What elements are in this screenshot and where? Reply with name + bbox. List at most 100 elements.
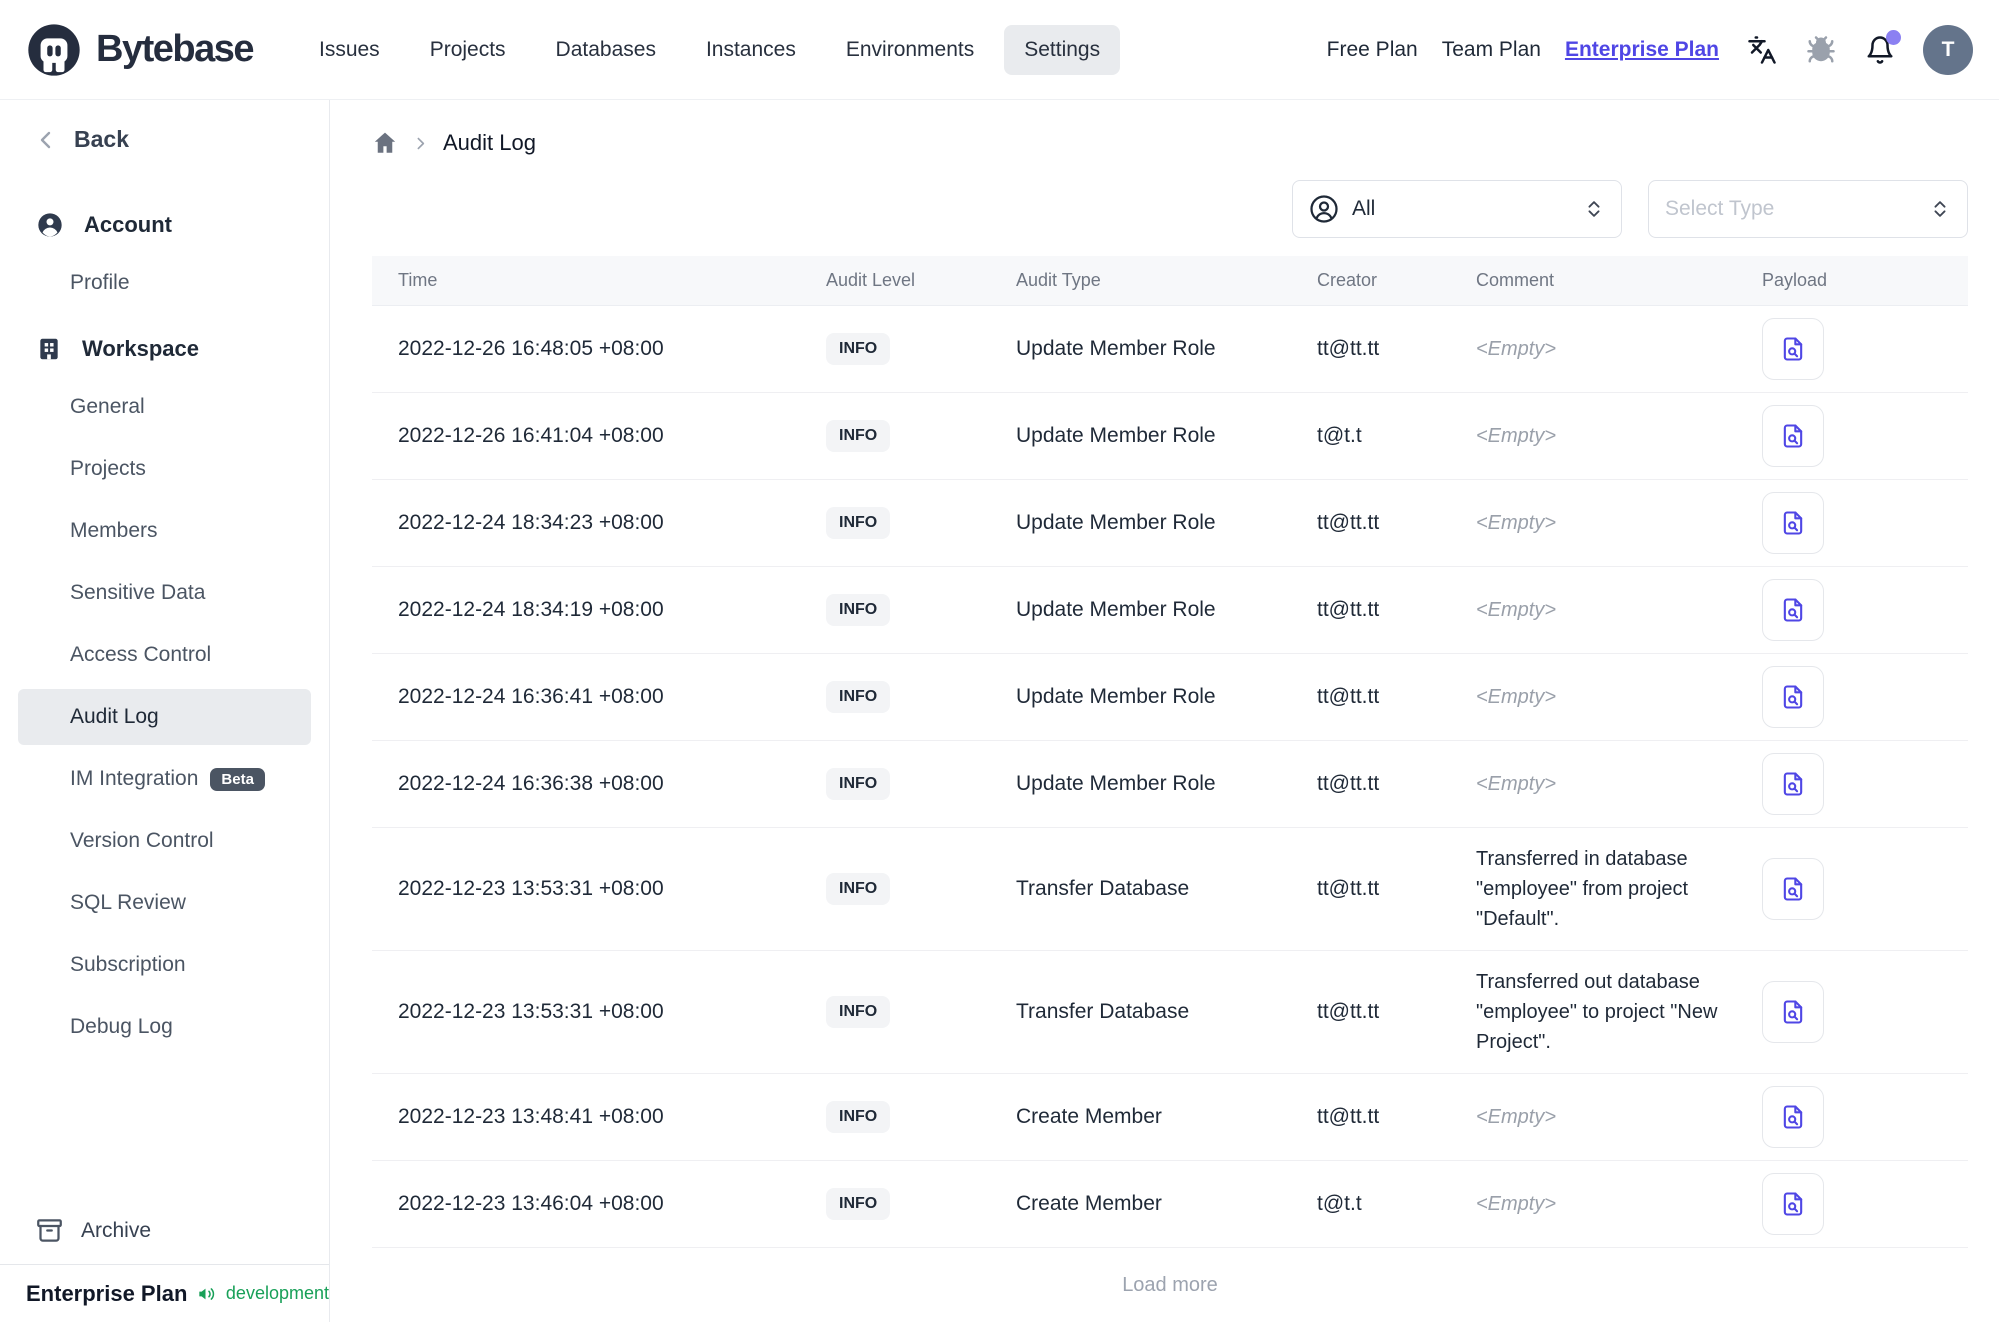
payload-view-button[interactable] [1762, 1086, 1824, 1148]
breadcrumb: Audit Log [372, 130, 1968, 156]
audit-level-badge: INFO [826, 681, 891, 713]
back-button[interactable]: Back [34, 126, 329, 153]
environment-label: development [225, 1283, 329, 1303]
sidebar-footer: Enterprise Plan development [0, 1264, 329, 1322]
comment-cell: Transferred out database "employee" to p… [1476, 971, 1718, 1053]
nav-item-settings[interactable]: Settings [1004, 24, 1121, 75]
column-header-audit-type: Audit Type [1016, 270, 1101, 290]
audit-type-cell: Update Member Role [1016, 337, 1216, 360]
team-plan-link[interactable]: Team Plan [1442, 38, 1541, 62]
archive-label: Archive [81, 1218, 152, 1242]
payload-view-button[interactable] [1762, 981, 1824, 1043]
plan-links: Free Plan Team Plan Enterprise Plan [1327, 38, 1719, 62]
sidebar-item-general[interactable]: General [18, 379, 311, 435]
audit-type-cell: Update Member Role [1016, 598, 1216, 621]
user-avatar[interactable]: T [1923, 24, 1973, 75]
comment-empty: <Empty> [1476, 772, 1557, 795]
sidebar-item-access-control[interactable]: Access Control [18, 627, 311, 683]
time-cell: 2022-12-26 16:41:04 +08:00 [398, 424, 664, 447]
sidebar-item-subscription[interactable]: Subscription [18, 937, 311, 993]
select-arrows-icon [1929, 196, 1951, 222]
payload-view-button[interactable] [1762, 753, 1824, 815]
section-title: Workspace [82, 336, 199, 361]
creator-cell: tt@tt.tt [1317, 685, 1380, 708]
main-content: Audit Log All Select Type Time Audit Lev… [372, 100, 1968, 1322]
nav-item-issues[interactable]: Issues [299, 25, 400, 75]
payload-view-button[interactable] [1762, 492, 1824, 554]
sidebar-section-header-workspace: Workspace [36, 327, 329, 371]
column-header-audit-level: Audit Level [826, 270, 916, 290]
current-plan-label: Enterprise Plan [26, 1280, 188, 1306]
creator-filter-select[interactable]: All [1292, 180, 1622, 238]
time-cell: 2022-12-23 13:53:31 +08:00 [398, 877, 664, 900]
payload-view-button[interactable] [1762, 1173, 1824, 1235]
back-label: Back [74, 126, 129, 152]
chevron-left-icon [40, 131, 51, 148]
creator-cell: tt@tt.tt [1317, 1000, 1380, 1023]
sidebar-item-version-control[interactable]: Version Control [18, 813, 311, 869]
nav-item-instances[interactable]: Instances [686, 25, 816, 75]
translate-button[interactable] [1746, 34, 1778, 66]
audit-level-badge: INFO [826, 594, 891, 626]
table-row: 2022-12-26 16:48:05 +08:00 INFO Update Mem… [372, 306, 1968, 393]
time-cell: 2022-12-23 13:46:04 +08:00 [398, 1192, 664, 1215]
audit-type-cell: Update Member Role [1016, 511, 1216, 534]
table-body: 2022-12-26 16:48:05 +08:00 INFO Update Mem… [372, 306, 1968, 1248]
load-more-button[interactable]: Load more [372, 1274, 1968, 1297]
sidebar-item-sql-review[interactable]: SQL Review [18, 875, 311, 931]
comment-empty: <Empty> [1476, 685, 1557, 708]
table-row: 2022-12-23 13:46:04 +08:00 INFO Create Mem… [372, 1161, 1968, 1248]
breadcrumb-home[interactable] [372, 130, 398, 156]
table-row: 2022-12-24 18:34:23 +08:00 INFO Update Mem… [372, 480, 1968, 567]
sidebar-item-members[interactable]: Members [18, 503, 311, 559]
table-row: 2022-12-24 16:36:41 +08:00 INFO Update Mem… [372, 654, 1968, 741]
payload-view-button[interactable] [1762, 858, 1824, 920]
audit-log-table: Time Audit Level Audit Type Creator Comment P… [372, 256, 1968, 1248]
file-search-icon [1783, 424, 1803, 448]
bytebase-logo-icon [28, 23, 80, 76]
audit-level-badge: INFO [826, 873, 891, 905]
filter-bar: All Select Type [372, 180, 1968, 238]
sidebar-item-label: Audit Log [70, 705, 159, 728]
notifications-button[interactable] [1864, 29, 1901, 66]
nav-item-databases[interactable]: Databases [536, 25, 676, 75]
sidebar-item-archive[interactable]: Archive [0, 1217, 329, 1244]
file-search-icon [1783, 685, 1803, 709]
sidebar-item-sensitive-data[interactable]: Sensitive Data [18, 565, 311, 621]
payload-view-button[interactable] [1762, 405, 1824, 467]
column-header-time: Time [398, 270, 438, 290]
creator-cell: tt@tt.tt [1317, 1105, 1380, 1128]
sidebar-item-profile[interactable]: Profile [18, 255, 311, 311]
sidebar-item-im-integration[interactable]: IM Integration Beta [18, 751, 311, 807]
audit-type-cell: Update Member Role [1016, 772, 1216, 795]
sidebar-item-audit-log[interactable]: Audit Log [18, 689, 311, 745]
audit-level-badge: INFO [826, 996, 891, 1028]
time-cell: 2022-12-26 16:48:05 +08:00 [398, 337, 664, 360]
sidebar-item-projects[interactable]: Projects [18, 441, 311, 497]
payload-view-button[interactable] [1762, 318, 1824, 380]
file-search-icon [1783, 772, 1803, 796]
payload-view-button[interactable] [1762, 666, 1824, 728]
sidebar-item-label: SQL Review [70, 891, 186, 914]
sidebar-item-label: General [70, 395, 145, 418]
comment-empty: <Empty> [1476, 1105, 1557, 1128]
brand-name: Bytebase [96, 28, 254, 70]
comment-empty: <Empty> [1476, 598, 1557, 621]
comment-empty: <Empty> [1476, 511, 1557, 534]
type-filter-select[interactable]: Select Type [1648, 180, 1968, 238]
free-plan-link[interactable]: Free Plan [1327, 38, 1418, 62]
bug-icon [1807, 35, 1835, 62]
nav-item-environments[interactable]: Environments [826, 25, 994, 75]
topbar: Bytebase Issues Projects Databases Instance… [0, 0, 1999, 100]
archive-icon [37, 1219, 62, 1242]
sidebar-item-debug-log[interactable]: Debug Log [18, 999, 311, 1055]
enterprise-plan-link[interactable]: Enterprise Plan [1565, 38, 1719, 62]
bug-report-button[interactable] [1805, 34, 1837, 66]
nav-item-projects[interactable]: Projects [410, 25, 526, 75]
notification-dot [1886, 29, 1901, 45]
column-header-payload: Payload [1762, 270, 1828, 290]
bytebase-logo[interactable]: Bytebase [26, 22, 254, 78]
sidebar-item-label: Access Control [70, 643, 212, 666]
payload-view-button[interactable] [1762, 579, 1824, 641]
table-row: 2022-12-24 16:36:38 +08:00 INFO Update Mem… [372, 741, 1968, 828]
